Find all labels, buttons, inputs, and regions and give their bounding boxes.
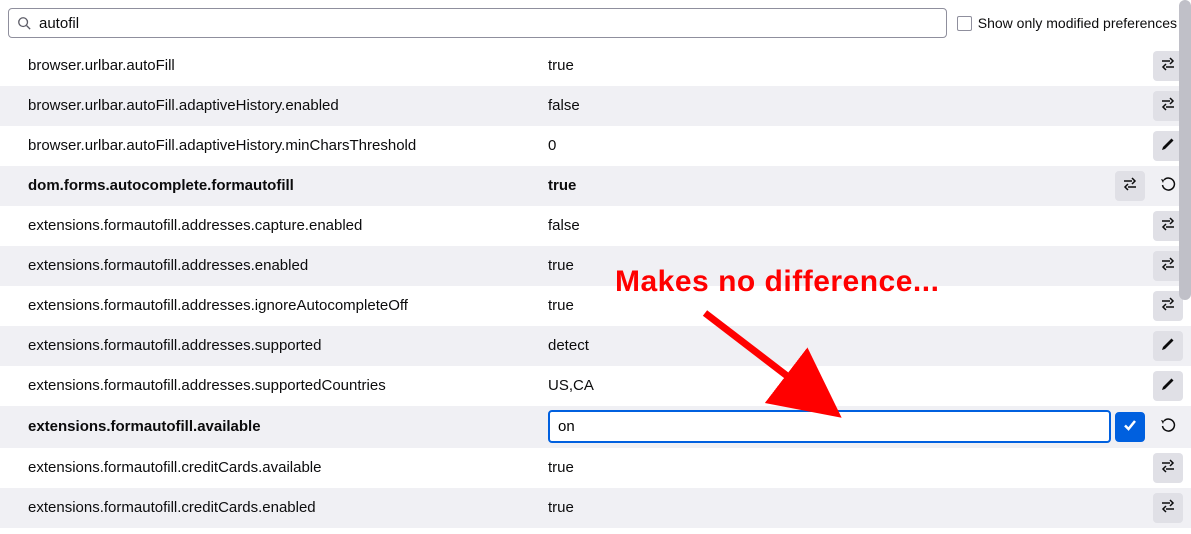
toggle-icon: [1160, 96, 1176, 115]
pref-row: extensions.formautofill.addresses.suppor…: [0, 366, 1191, 406]
pref-name: extensions.formautofill.addresses.suppor…: [28, 337, 548, 354]
pref-value: US,CA: [548, 377, 1111, 394]
reset-button[interactable]: [1153, 412, 1183, 442]
pref-actions: [1111, 331, 1191, 361]
undo-icon: [1160, 176, 1176, 195]
pref-row: extensions.formautofill.creditCards.enab…: [0, 488, 1191, 528]
pref-value: true: [548, 459, 1111, 476]
pref-row: extensions.formautofill.addresses.suppor…: [0, 326, 1191, 366]
toggle-icon: [1160, 56, 1176, 75]
pref-row: browser.urlbar.autoFill.adaptiveHistory.…: [0, 86, 1191, 126]
pref-name: browser.urlbar.autoFill.adaptiveHistory.…: [28, 97, 548, 114]
pref-row: extensions.formautofill.available: [0, 406, 1191, 448]
show-modified-label: Show only modified preferences: [978, 15, 1177, 31]
pref-value: true: [548, 177, 1111, 194]
preferences-list: browser.urlbar.autoFilltruebrowser.urlba…: [0, 46, 1191, 532]
pref-name: browser.urlbar.autoFill.adaptiveHistory.…: [28, 137, 548, 154]
pref-value: true: [548, 57, 1111, 74]
search-input[interactable]: [39, 15, 946, 32]
toggle-icon: [1160, 296, 1176, 315]
pref-name: extensions.formautofill.addresses.ignore…: [28, 297, 548, 314]
undo-icon: [1160, 417, 1176, 436]
pref-name: extensions.formautofill.available: [28, 418, 548, 435]
top-bar: Show only modified preferences: [0, 0, 1191, 46]
check-icon: [1122, 417, 1138, 436]
scrollbar-thumb[interactable]: [1179, 0, 1191, 300]
pref-actions: [1111, 493, 1191, 523]
pref-value: 0: [548, 137, 1111, 154]
pref-row: browser.urlbar.autoFilltrue: [0, 46, 1191, 86]
pref-value: true: [548, 297, 1111, 314]
pref-row: extensions.formautofill.addresses.enable…: [0, 246, 1191, 286]
checkbox-icon[interactable]: [957, 16, 972, 31]
toggle-icon: [1160, 256, 1176, 275]
pref-name: browser.urlbar.autoFill: [28, 57, 548, 74]
show-modified-toggle[interactable]: Show only modified preferences: [957, 15, 1183, 31]
pref-edit-area: [548, 410, 1111, 443]
pencil-icon: [1160, 136, 1176, 155]
pref-actions: [1111, 371, 1191, 401]
pref-actions: [1111, 453, 1191, 483]
pref-row: browser.urlbar.autoFill.adaptiveHistory.…: [0, 126, 1191, 166]
pref-row: extensions.formautofill.addresses.ignore…: [0, 286, 1191, 326]
pref-row: extensions.formautofill.creditCards.avai…: [0, 448, 1191, 488]
toggle-button[interactable]: [1153, 493, 1183, 523]
search-icon: [17, 16, 31, 30]
pref-name: extensions.formautofill.addresses.enable…: [28, 257, 548, 274]
pref-name: dom.forms.autocomplete.formautofill: [28, 177, 548, 194]
pref-value: true: [548, 499, 1111, 516]
pref-row: extensions.formautofill.addresses.captur…: [0, 206, 1191, 246]
pref-row: dom.forms.autocomplete.formautofilltrue: [0, 166, 1191, 206]
pref-name: extensions.formautofill.addresses.suppor…: [28, 377, 548, 394]
pref-value: false: [548, 217, 1111, 234]
pref-value: false: [548, 97, 1111, 114]
toggle-icon: [1160, 458, 1176, 477]
toggle-icon: [1160, 216, 1176, 235]
edit-button[interactable]: [1153, 331, 1183, 361]
pref-name: extensions.formautofill.creditCards.avai…: [28, 459, 548, 476]
toggle-button[interactable]: [1153, 453, 1183, 483]
toggle-icon: [1122, 176, 1138, 195]
pref-value: true: [548, 257, 1111, 274]
pref-name: extensions.formautofill.creditCards.enab…: [28, 499, 548, 516]
toggle-icon: [1160, 498, 1176, 517]
edit-button[interactable]: [1153, 371, 1183, 401]
pref-value: detect: [548, 337, 1111, 354]
pref-name: extensions.formautofill.addresses.captur…: [28, 217, 548, 234]
pencil-icon: [1160, 376, 1176, 395]
pencil-icon: [1160, 336, 1176, 355]
save-button[interactable]: [1115, 412, 1145, 442]
pref-actions: [1111, 412, 1191, 442]
pref-value-input[interactable]: [548, 410, 1111, 443]
search-field-container[interactable]: [8, 8, 947, 38]
toggle-button[interactable]: [1115, 171, 1145, 201]
